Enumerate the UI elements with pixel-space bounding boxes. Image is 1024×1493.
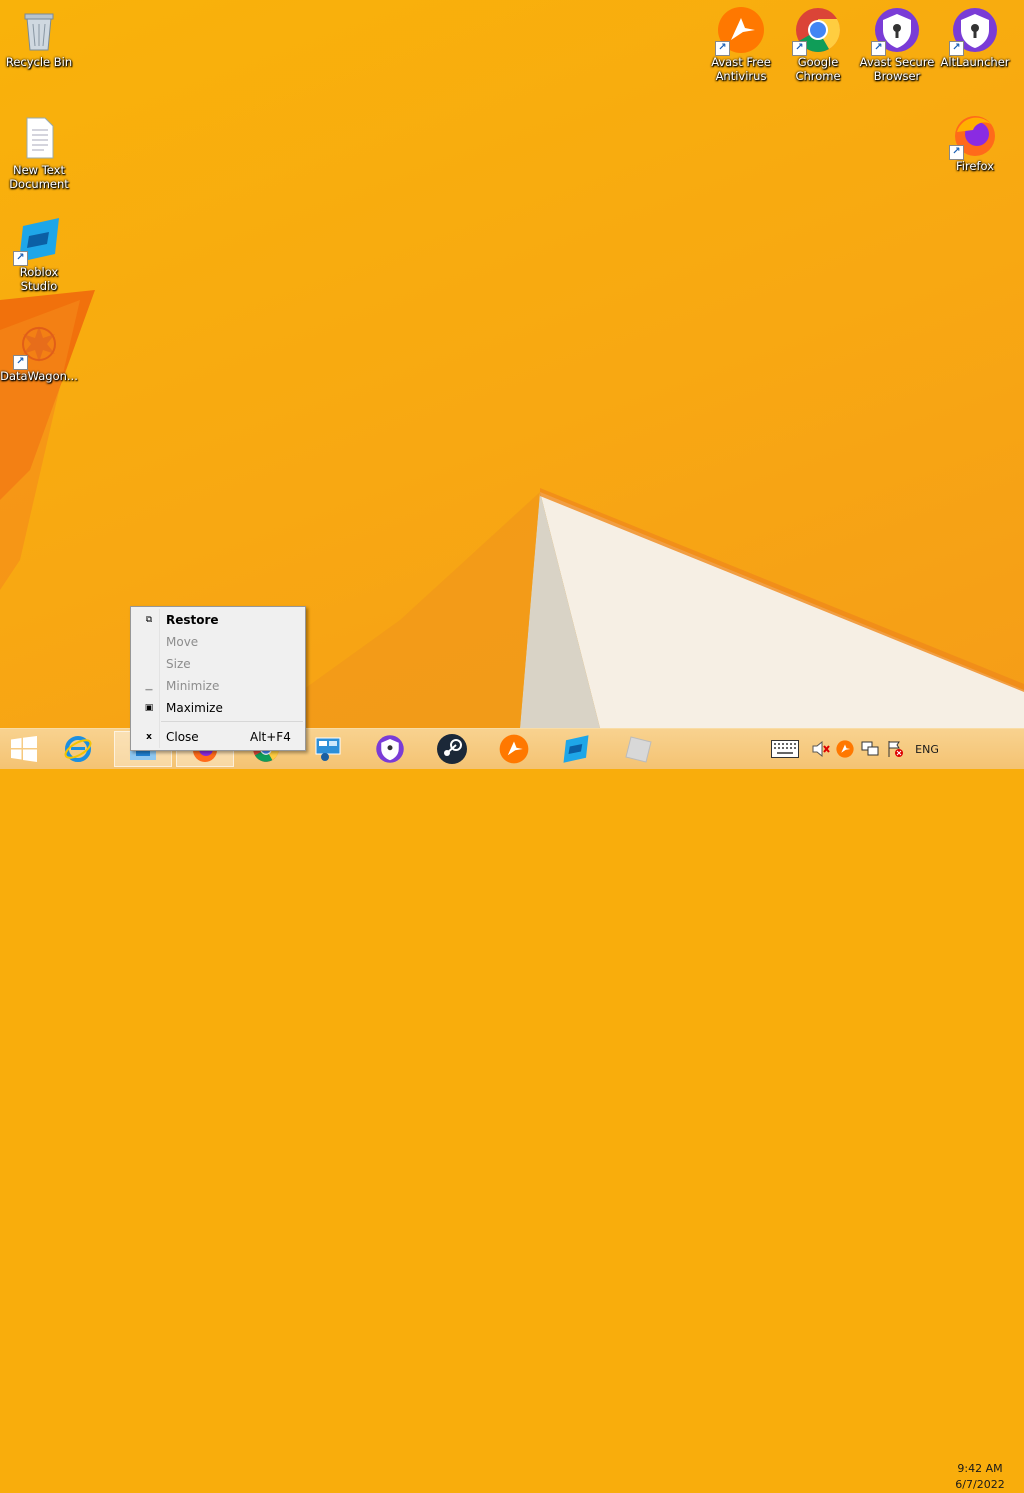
desktop-icon-label: AltLauncher <box>940 55 1010 69</box>
shortcut-arrow-icon: ↗ <box>949 41 964 56</box>
desktop-icon-firefox[interactable]: ↗ Firefox <box>936 110 1014 173</box>
start-button[interactable] <box>0 731 48 767</box>
menu-item-maximize[interactable]: ▣ Maximize <box>133 697 303 719</box>
desktop-icon-avast-secure-browser[interactable]: ↗ Avast Secure Browser <box>858 6 936 83</box>
taskbar-roblox-studio[interactable] <box>550 731 602 767</box>
desktop-icon-label: Recycle Bin <box>5 55 73 69</box>
close-icon: x <box>146 732 152 742</box>
minimize-icon: ▁ <box>145 681 153 691</box>
menu-item-accelerator: Alt+F4 <box>250 730 291 744</box>
roblox-studio-icon: ↗ <box>13 216 63 266</box>
desktop-icon-roblox-studio[interactable]: ↗ Roblox Studio <box>0 216 78 293</box>
menu-item-restore[interactable]: ⧉ Restore <box>133 609 303 631</box>
menu-item-label: Restore <box>166 613 219 627</box>
avast-antivirus-icon: ↗ <box>715 6 765 56</box>
desktop-icon-altlauncher[interactable]: ↗ AltLauncher <box>936 6 1014 69</box>
clock-time: 9:42 AM <box>957 1462 1003 1475</box>
avast-tray-button[interactable] <box>834 729 856 769</box>
menu-item-move[interactable]: Move <box>133 631 303 653</box>
menu-item-label: Move <box>166 635 199 649</box>
menu-item-close[interactable]: x Close Alt+F4 <box>133 726 303 748</box>
language-indicator[interactable]: ENG <box>908 729 946 769</box>
avast-secure-browser-icon <box>376 735 404 763</box>
taskbar-remote-desktop[interactable] <box>302 731 354 767</box>
windows-logo-icon <box>11 736 37 762</box>
taskbar-steam[interactable] <box>426 731 478 767</box>
desktop-icon-google-chrome[interactable]: ↗ Google Chrome <box>779 6 857 83</box>
desktop-icon-label: Avast Secure Browser <box>859 55 935 83</box>
datawagon-icon: ↗ <box>13 320 63 370</box>
volume-tray-button[interactable] <box>810 729 832 769</box>
action-center-tray-button[interactable] <box>884 729 906 769</box>
clock-date: 6/7/2022 <box>955 1478 1005 1491</box>
desktop-icon-label: DataWagon... <box>0 369 78 383</box>
chrome-icon: ↗ <box>792 6 842 56</box>
menu-item-label: Minimize <box>166 679 220 693</box>
internet-explorer-icon <box>64 736 92 762</box>
menu-separator <box>161 721 303 722</box>
network-tray-button[interactable] <box>858 729 882 769</box>
recycle-bin-icon <box>15 6 63 54</box>
desktop-icon-label: Roblox Studio <box>19 265 59 293</box>
desktop-icon-avast-free-antivirus[interactable]: ↗ Avast Free Antivirus <box>702 6 780 83</box>
action-center-flag-icon <box>888 741 903 757</box>
desktop-icon-label: Avast Free Antivirus <box>711 55 771 83</box>
restore-icon: ⧉ <box>145 615 153 625</box>
desktop-icon-new-text-document[interactable]: New Text Document <box>0 114 78 191</box>
menu-item-minimize[interactable]: ▁ Minimize <box>133 675 303 697</box>
desktop-icon-label: New Text Document <box>9 163 69 191</box>
menu-item-label: Close <box>166 730 199 744</box>
altlauncher-icon: ↗ <box>949 6 999 56</box>
taskbar-internet-explorer[interactable] <box>52 731 104 767</box>
desktop-icon-label: Google Chrome <box>795 55 841 83</box>
shortcut-arrow-icon: ↗ <box>13 355 28 370</box>
menu-item-label: Size <box>166 657 191 671</box>
firefox-icon: ↗ <box>949 110 999 160</box>
taskbar-roblox-player[interactable] <box>612 731 664 767</box>
taskbar-avast-secure-browser[interactable] <box>364 731 416 767</box>
desktop-icon-recycle-bin[interactable]: Recycle Bin <box>0 6 78 69</box>
desktop-icon-label: Firefox <box>955 159 995 173</box>
keyboard-icon <box>771 740 799 758</box>
touch-keyboard-button[interactable] <box>768 729 802 769</box>
roblox-player-icon <box>625 736 652 763</box>
text-document-icon <box>15 114 63 162</box>
avast-antivirus-icon <box>499 734 529 764</box>
steam-icon <box>437 734 467 764</box>
clock[interactable]: 9:42 AM 6/7/2022 <box>948 1461 1012 1493</box>
shortcut-arrow-icon: ↗ <box>715 41 730 56</box>
shortcut-arrow-icon: ↗ <box>13 251 28 266</box>
taskbar-avast-antivirus[interactable] <box>488 731 540 767</box>
shortcut-arrow-icon: ↗ <box>949 145 964 160</box>
avast-secure-browser-icon: ↗ <box>871 6 921 56</box>
maximize-icon: ▣ <box>144 703 154 713</box>
network-icon <box>861 741 879 756</box>
roblox-studio-icon <box>563 735 589 763</box>
menu-item-label: Maximize <box>166 701 223 715</box>
menu-item-size[interactable]: Size <box>133 653 303 675</box>
remote-desktop-icon <box>315 737 341 761</box>
window-system-menu: ⧉ Restore Move Size ▁ Minimize ▣ Maximiz… <box>130 606 306 751</box>
shortcut-arrow-icon: ↗ <box>792 41 807 56</box>
desktop-icon-datawagon[interactable]: ↗ DataWagon... <box>0 320 78 383</box>
volume-muted-icon <box>812 741 830 757</box>
shortcut-arrow-icon: ↗ <box>871 41 886 56</box>
avast-tray-icon <box>836 740 854 758</box>
